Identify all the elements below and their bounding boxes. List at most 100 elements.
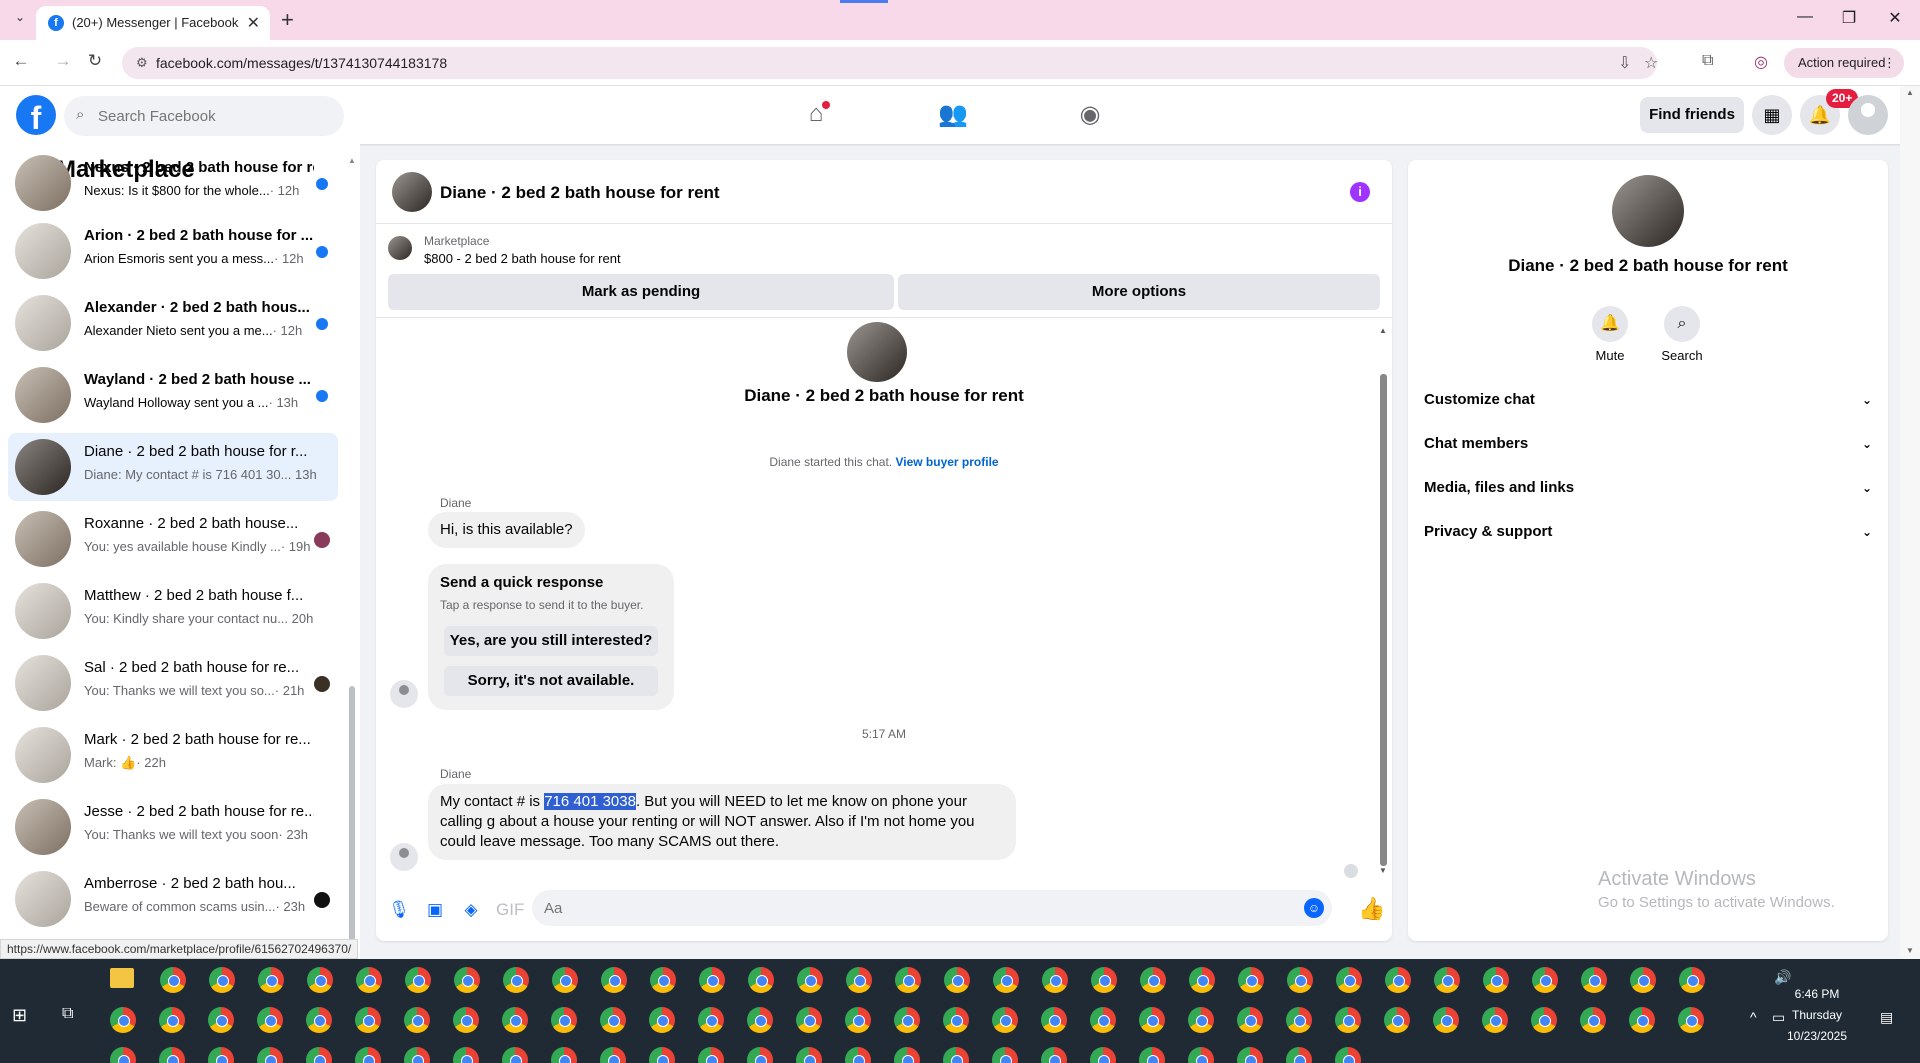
chrome-app-icon[interactable]: [306, 1007, 332, 1033]
chat-scrollbar-thumb[interactable]: [1380, 374, 1387, 866]
conversation-item[interactable]: Wayland · 2 bed 2 bath house ... Wayland…: [8, 361, 338, 429]
profile-icon[interactable]: ◎: [1754, 52, 1768, 72]
chrome-app-icon[interactable]: [1335, 1047, 1361, 1063]
chrome-app-icon[interactable]: [1188, 1047, 1214, 1063]
sender-avatar[interactable]: [390, 843, 418, 871]
chrome-app-icon[interactable]: [649, 1007, 675, 1033]
browser-tab-messenger[interactable]: f (20+) Messenger | Facebook ✕: [36, 6, 270, 40]
chrome-app-icon[interactable]: [1286, 1047, 1312, 1063]
site-info-icon[interactable]: ⚙: [136, 55, 148, 71]
mute-action[interactable]: 🔔 Mute: [1580, 306, 1640, 363]
sticker-icon[interactable]: ◈: [460, 900, 482, 920]
search-action[interactable]: ⌕ Search: [1652, 306, 1712, 363]
chrome-app-icon[interactable]: [355, 1047, 381, 1063]
chrome-app-icon[interactable]: [944, 967, 970, 993]
listing-title[interactable]: $800 - 2 bed 2 bath house for rent: [424, 251, 621, 266]
home-icon[interactable]: ⌂: [796, 100, 836, 130]
chrome-app-icon[interactable]: [1482, 1007, 1508, 1033]
chrome-app-icon[interactable]: [502, 1047, 528, 1063]
chrome-app-icon[interactable]: [993, 967, 1019, 993]
chrome-app-icon[interactable]: [1238, 967, 1264, 993]
chrome-app-icon[interactable]: [1336, 967, 1362, 993]
media-files-links-section[interactable]: Media, files and links ⌄: [1424, 468, 1872, 508]
friends-icon[interactable]: 👥: [933, 100, 973, 130]
conversation-item[interactable]: Arion · 2 bed 2 bath house for ... Arion…: [8, 217, 338, 285]
chrome-app-icon[interactable]: [1630, 967, 1656, 993]
conversation-item[interactable]: Amberrose · 2 bed 2 bath hou... Beware o…: [8, 865, 338, 933]
taskbar-clock-date[interactable]: 10/23/2025: [1772, 1029, 1862, 1043]
chrome-app-icon[interactable]: [748, 967, 774, 993]
taskbar-clock-time[interactable]: 6:46 PM: [1772, 987, 1862, 1001]
chrome-app-icon[interactable]: [600, 1047, 626, 1063]
chrome-app-icon[interactable]: [797, 967, 823, 993]
chrome-app-icon[interactable]: [796, 1047, 822, 1063]
groups-icon[interactable]: ◉: [1070, 100, 1110, 130]
photo-icon[interactable]: ▣: [424, 900, 446, 920]
chrome-app-icon[interactable]: [454, 967, 480, 993]
bell-icon[interactable]: 🔔: [1592, 306, 1628, 342]
search-icon[interactable]: ⌕: [1664, 306, 1700, 342]
message-input[interactable]: [544, 890, 1284, 926]
chrome-app-icon[interactable]: [306, 1047, 332, 1063]
close-tab-icon[interactable]: ✕: [247, 13, 260, 33]
speaker-icon[interactable]: 🔊: [1774, 969, 1791, 986]
file-explorer-icon[interactable]: [110, 968, 134, 988]
chrome-app-icon[interactable]: [257, 1047, 283, 1063]
facebook-search[interactable]: ⌕: [64, 96, 344, 136]
chrome-app-icon[interactable]: [159, 1007, 185, 1033]
chrome-app-icon[interactable]: [1189, 967, 1215, 993]
chat-members-section[interactable]: Chat members ⌄: [1424, 424, 1872, 464]
chrome-app-icon[interactable]: [1385, 967, 1411, 993]
chrome-app-icon[interactable]: [1237, 1047, 1263, 1063]
chrome-app-icon[interactable]: [1090, 1047, 1116, 1063]
chrome-app-icon[interactable]: [600, 1007, 626, 1033]
chrome-app-icon[interactable]: [845, 1047, 871, 1063]
chrome-app-icon[interactable]: [551, 1007, 577, 1033]
chrome-app-icon[interactable]: [992, 1047, 1018, 1063]
message-bubble[interactable]: My contact # is 716 401 3038. But you wi…: [428, 784, 1016, 860]
chrome-app-icon[interactable]: [1678, 1007, 1704, 1033]
chrome-app-icon[interactable]: [894, 1047, 920, 1063]
conversation-item-active[interactable]: Diane · 2 bed 2 bath house for r... Dian…: [8, 433, 338, 501]
chrome-app-icon[interactable]: [209, 967, 235, 993]
scroll-up-arrow-icon[interactable]: ▲: [348, 156, 356, 165]
chat-avatar[interactable]: [392, 172, 432, 212]
conversation-item[interactable]: Jesse · 2 bed 2 bath house for re... You…: [8, 793, 338, 861]
scroll-up-arrow-icon[interactable]: ▲: [1906, 88, 1914, 97]
chrome-app-icon[interactable]: [1532, 967, 1558, 993]
scroll-up-arrow-icon[interactable]: ▲: [1379, 326, 1387, 335]
chrome-app-icon[interactable]: [1434, 967, 1460, 993]
page-scrollbar[interactable]: ▲ ▼: [1900, 86, 1920, 959]
scroll-down-arrow-icon[interactable]: ▼: [1906, 946, 1914, 955]
conversation-info-icon[interactable]: i: [1350, 182, 1370, 202]
chrome-app-icon[interactable]: [307, 967, 333, 993]
chrome-app-icon[interactable]: [846, 967, 872, 993]
chrome-app-icon[interactable]: [1188, 1007, 1214, 1033]
quick-reply-interested-button[interactable]: Yes, are you still interested?: [444, 626, 658, 656]
chrome-app-icon[interactable]: [699, 967, 725, 993]
forward-arrow-icon[interactable]: →: [52, 51, 74, 71]
chrome-app-icon[interactable]: [110, 1007, 136, 1033]
conversation-item[interactable]: Alexander · 2 bed 2 bath hous... Alexand…: [8, 289, 338, 357]
minimize-window-icon[interactable]: —: [1790, 8, 1820, 26]
menu-grid-icon[interactable]: ▦: [1752, 95, 1792, 135]
microphone-icon[interactable]: 🎙: [388, 900, 410, 920]
chrome-app-icon[interactable]: [747, 1047, 773, 1063]
url-text[interactable]: facebook.com/messages/t/1374130744183178: [156, 55, 447, 71]
account-avatar[interactable]: [1848, 95, 1888, 135]
chrome-app-icon[interactable]: [551, 1047, 577, 1063]
privacy-support-section[interactable]: Privacy & support ⌄: [1424, 512, 1872, 552]
chrome-app-icon[interactable]: [405, 967, 431, 993]
chrome-app-icon[interactable]: [894, 1007, 920, 1033]
extensions-icon[interactable]: ⧉: [1702, 52, 1713, 70]
chrome-app-icon[interactable]: [1335, 1007, 1361, 1033]
sidebar-scrollbar[interactable]: ▲: [348, 156, 356, 956]
chrome-app-icon[interactable]: [208, 1047, 234, 1063]
chrome-app-icon[interactable]: [1580, 1007, 1606, 1033]
chrome-app-icon[interactable]: [796, 1007, 822, 1033]
chrome-app-icon[interactable]: [208, 1007, 234, 1033]
omnibox[interactable]: ⚙ facebook.com/messages/t/13741307441831…: [122, 47, 1658, 79]
chrome-app-icon[interactable]: [404, 1007, 430, 1033]
sender-avatar[interactable]: [390, 680, 418, 708]
conversation-item[interactable]: Matthew · 2 bed 2 bath house f... You: K…: [8, 577, 338, 645]
